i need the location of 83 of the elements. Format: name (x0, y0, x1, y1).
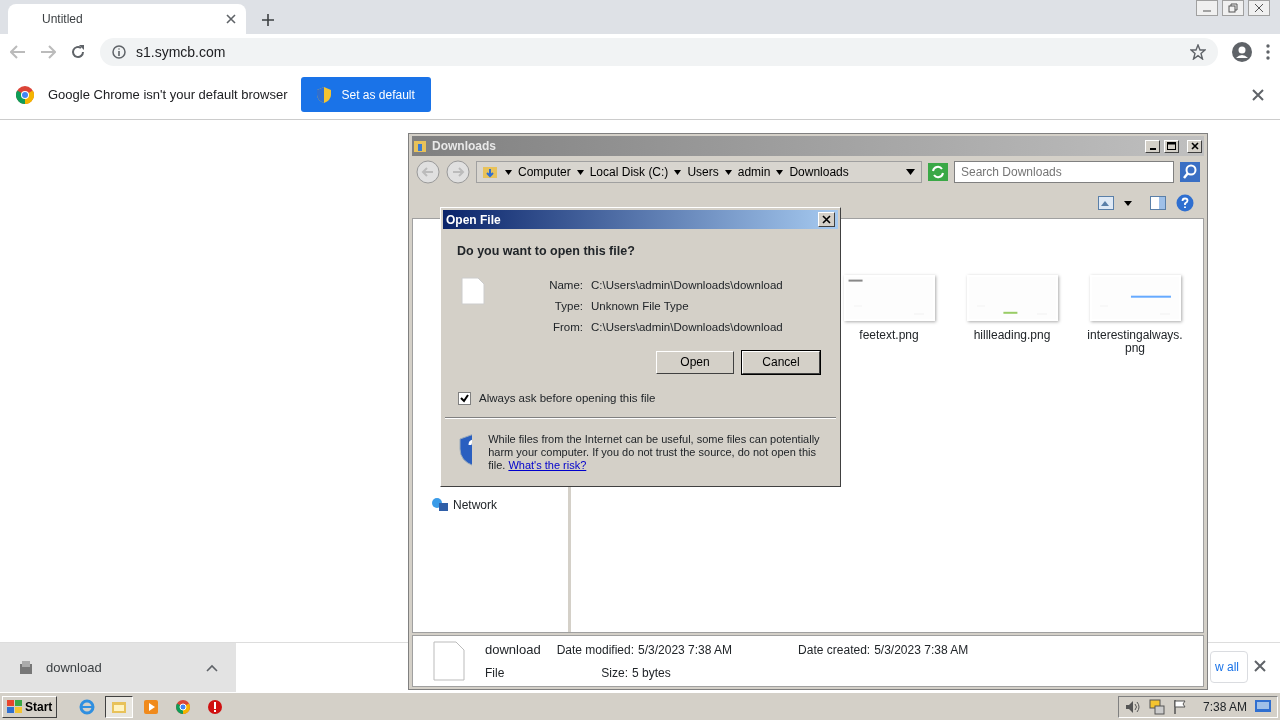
reload-icon[interactable] (70, 44, 86, 60)
speaker-icon[interactable] (1124, 699, 1141, 714)
caret-icon[interactable] (1124, 200, 1132, 206)
flag-icon (7, 699, 23, 714)
close-icon (1190, 142, 1199, 150)
new-tab-icon[interactable] (262, 14, 274, 26)
browser-tab[interactable]: Untitled (8, 4, 246, 34)
maximize-button[interactable] (1164, 139, 1179, 153)
folder-icon (483, 164, 499, 180)
caret-icon[interactable] (776, 168, 784, 176)
close-icon[interactable] (226, 14, 236, 24)
clock: 7:38 AM (1202, 698, 1247, 716)
close-icon[interactable] (1252, 88, 1264, 101)
breadcrumb-item[interactable]: Users (687, 163, 719, 181)
search-icon[interactable] (1180, 162, 1200, 182)
field-value: Unknown File Type (591, 299, 690, 314)
infobar-message: Google Chrome isn't your default browser (48, 85, 288, 104)
breadcrumb-item[interactable]: Downloads (789, 163, 849, 181)
chrome-logo-icon (16, 85, 34, 104)
address-bar[interactable]: s1.symcb.com (100, 38, 1218, 66)
field-label: Name: (548, 277, 583, 293)
breadcrumb-bar[interactable]: Computer Local Disk (C:) Users admin Downloads (476, 161, 922, 183)
search-field[interactable]: Search Downloads (954, 161, 1174, 183)
info-icon (112, 45, 126, 59)
show-desktop-icon[interactable] (1255, 699, 1271, 714)
field-value: 5/3/2023 7:38 AM (874, 642, 969, 660)
field-label: Size: (601, 664, 629, 682)
close-icon (1254, 3, 1264, 13)
caret-icon[interactable] (576, 168, 584, 176)
dialog-button[interactable]: Open (656, 350, 734, 374)
caret-icon[interactable] (724, 168, 732, 176)
network-icon (431, 497, 449, 513)
field-label: Date modified: (556, 642, 635, 660)
file-name: download (485, 641, 541, 660)
close-icon[interactable] (1254, 660, 1266, 672)
file-type: File (485, 664, 505, 682)
start-button[interactable]: Start (2, 695, 58, 718)
folder-icon (414, 139, 428, 153)
show-all-button[interactable]: w all (1210, 651, 1248, 683)
field-value: 5/3/2023 7:38 AM (638, 642, 733, 660)
restore-button[interactable] (1222, 0, 1244, 16)
maximize-icon (1167, 142, 1176, 150)
warning-text: While files from the Internet can be useful, some files can potentially harm your computer. If you do not trust the source, do not open this file. What's the risk? (488, 432, 821, 472)
breadcrumb-item[interactable]: Local Disk (C:) (589, 163, 669, 181)
breadcrumb-item[interactable]: admin (737, 163, 771, 181)
help-icon[interactable] (1176, 194, 1194, 212)
restore-icon (1228, 3, 1238, 13)
shield-icon (317, 86, 332, 103)
field-label: Date created: (798, 642, 871, 660)
caret-icon[interactable] (674, 168, 682, 176)
file-item[interactable]: interestingalways.png (1085, 275, 1185, 355)
breadcrumb-item[interactable]: Computer (518, 163, 571, 181)
view-icon[interactable] (1098, 196, 1114, 210)
close-icon (822, 215, 831, 224)
file-item[interactable]: hillleading.png (962, 275, 1062, 342)
chevron-up-icon (206, 663, 218, 672)
preview-pane-icon[interactable] (1150, 196, 1166, 210)
account-icon[interactable] (1232, 42, 1252, 62)
star-icon[interactable] (1190, 44, 1206, 60)
field-value: C:\Users\admin\Downloads\download (591, 320, 783, 336)
checkbox[interactable] (458, 391, 471, 405)
window-title: Downloads (432, 138, 497, 155)
dialog-title: Open File (446, 211, 502, 229)
refresh-icon[interactable] (928, 163, 948, 181)
risk-link[interactable]: What's the risk? (508, 458, 587, 471)
menu-icon[interactable] (1266, 44, 1270, 60)
set-default-button[interactable]: Set as default (301, 77, 431, 112)
field-label: From: (551, 320, 583, 336)
flag-icon[interactable] (1172, 698, 1187, 715)
close-button[interactable] (1248, 0, 1270, 16)
field-label: Type: (553, 299, 583, 314)
nav-item[interactable]: Network (431, 496, 568, 514)
download-item[interactable]: download (0, 643, 236, 692)
caret-icon[interactable] (505, 168, 512, 176)
field-value: 5 bytes (632, 664, 671, 682)
dialog-button[interactable]: Cancel (742, 350, 820, 374)
checkbox-label: Always ask before opening this file (479, 390, 656, 406)
dropdown-arrow-icon[interactable] (906, 169, 915, 175)
field-value: C:\Users\admin\Downloads\download (591, 277, 783, 293)
dialog-question: Do you want to open this file? (456, 243, 636, 260)
file-item[interactable]: feetext.png (839, 275, 939, 342)
network-icon[interactable] (1148, 698, 1165, 715)
folder-icon[interactable] (105, 695, 134, 718)
